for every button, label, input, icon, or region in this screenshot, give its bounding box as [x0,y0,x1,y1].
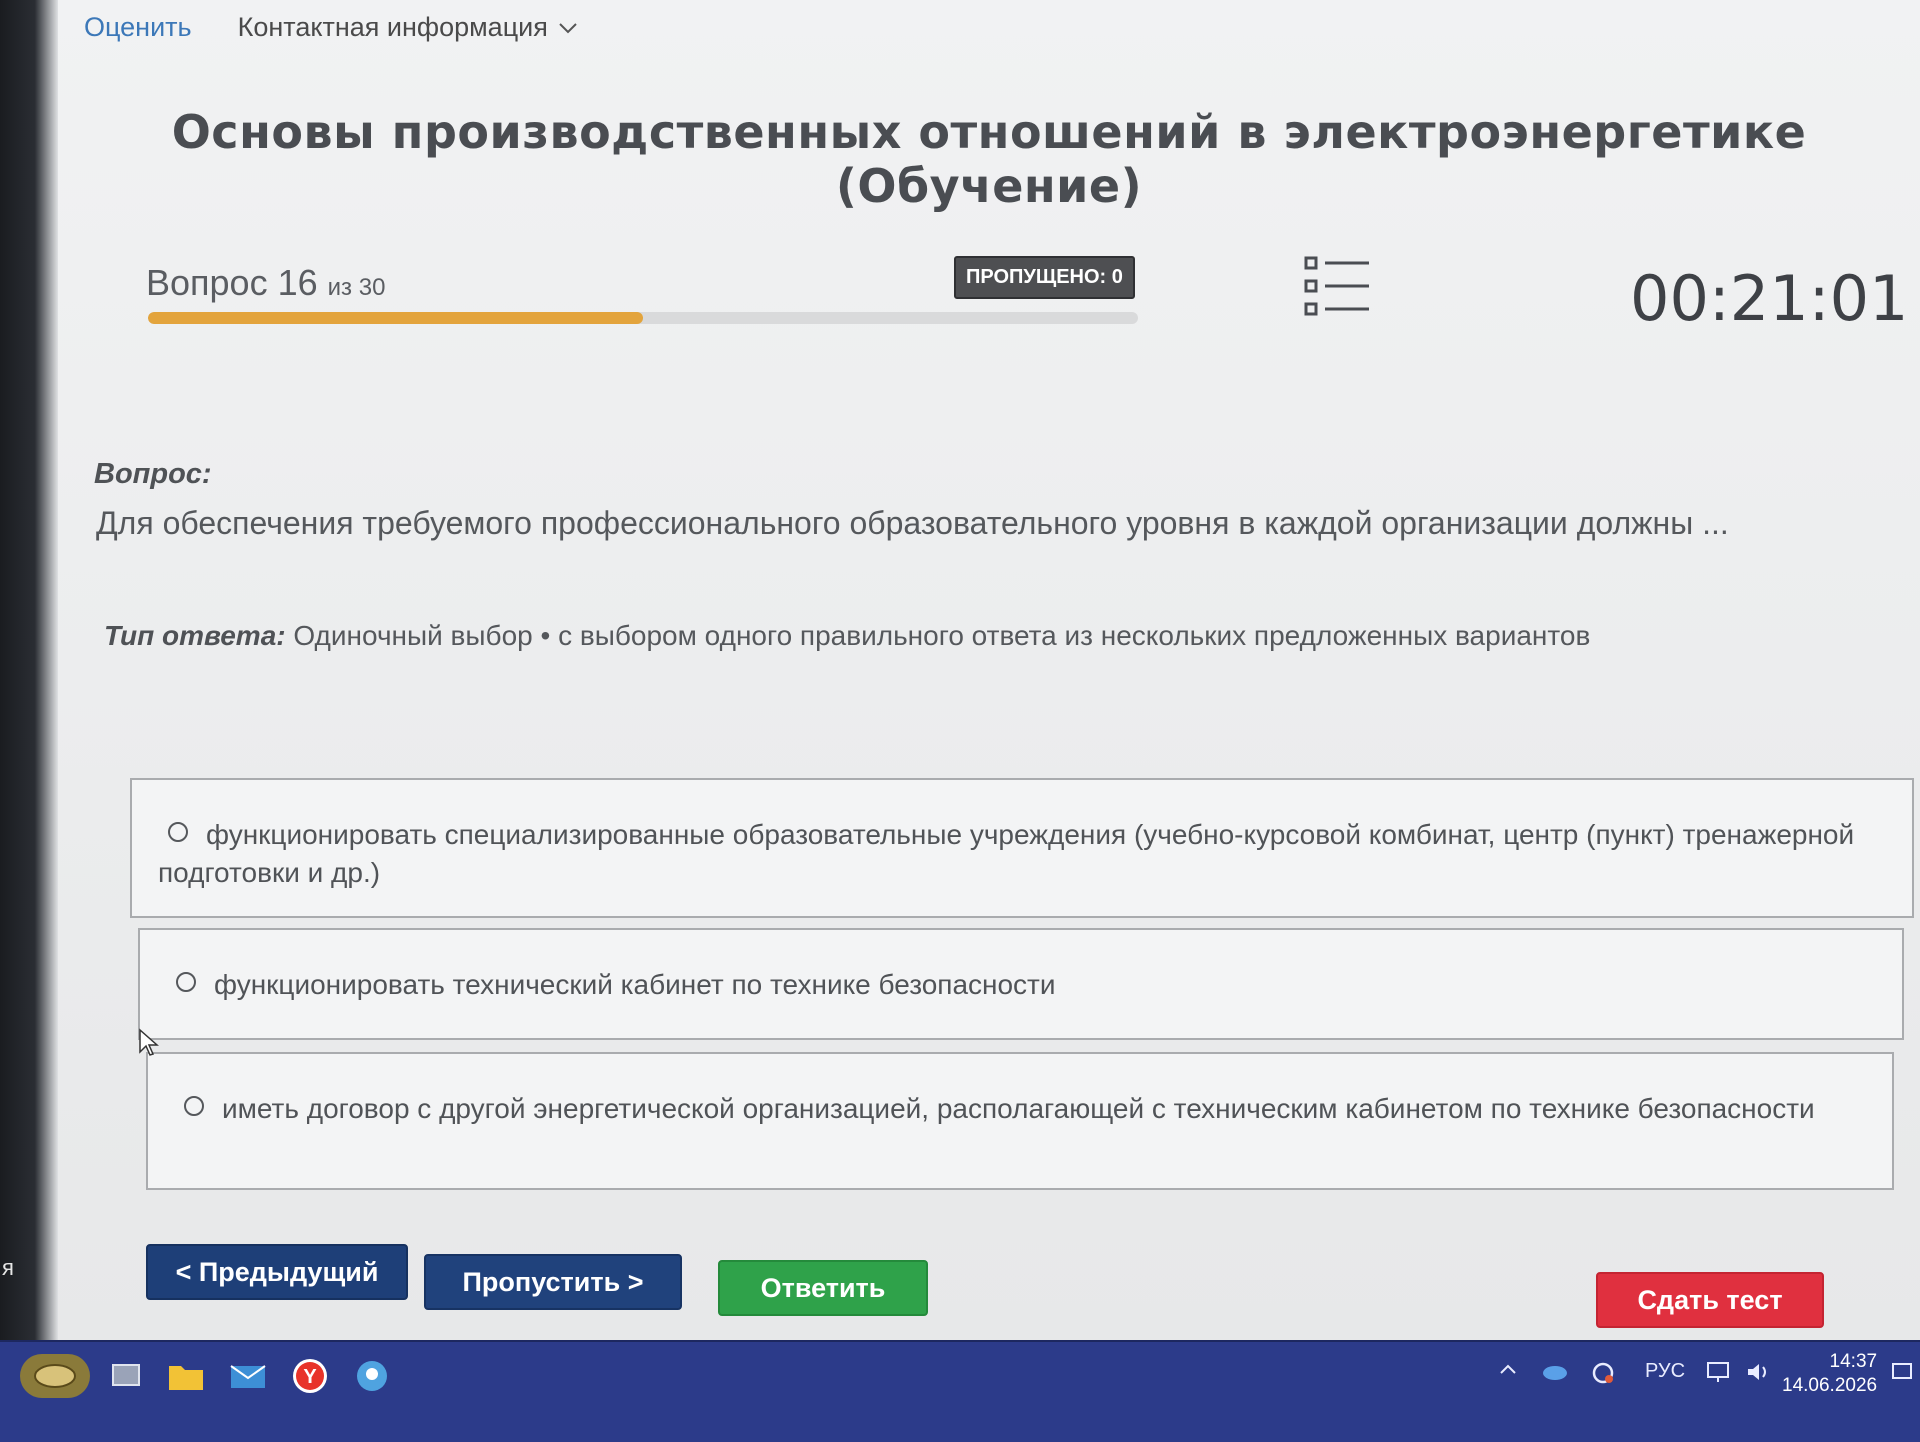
radio-button[interactable] [184,1096,204,1116]
answer-type-value: Одиночный выбор • с выбором одного прави… [293,620,1591,651]
volume-icon[interactable] [1745,1360,1773,1390]
contact-info-label: Контактная информация [237,12,548,42]
countdown-timer: 00:21:01 [1630,262,1909,335]
background-window-edge [0,0,58,1340]
question-counter-total: из 30 [327,274,386,301]
update-icon[interactable] [1590,1360,1616,1392]
answer-option-text: функционировать технический кабинет по т… [214,969,1056,1000]
answer-type: Тип ответа: Одиночный выбор • с выбором … [104,620,1590,652]
previous-button[interactable]: < Предыдущий [146,1244,408,1300]
question-counter-current: Вопрос 16 [146,262,318,303]
top-nav: Оценить Контактная информация [84,12,578,43]
progress-bar [148,312,1138,324]
chevron-down-icon [559,22,577,33]
answer-option-text: иметь договор с другой энергетической ор… [222,1093,1815,1124]
file-explorer-icon[interactable] [164,1354,208,1398]
question-list-icon[interactable] [1303,255,1373,319]
mouse-cursor-icon [139,1028,159,1056]
test-page: Оценить Контактная информация Основы про… [58,0,1920,1340]
skip-button[interactable]: Пропустить > [424,1254,682,1310]
taskbar-date: 14.06.2026 [1782,1375,1878,1396]
answer-option[interactable]: функционировать специализированные образ… [130,778,1914,918]
tray-overflow-icon[interactable] [1498,1360,1518,1386]
task-view-icon[interactable] [104,1354,148,1398]
answer-button[interactable]: Ответить [718,1260,928,1316]
taskbar-clock[interactable]: 14:37 14.06.2026 [1782,1350,1877,1398]
notification-icon[interactable] [1890,1360,1914,1390]
onedrive-icon[interactable] [1540,1360,1570,1388]
answer-option[interactable]: иметь договор с другой энергетической ор… [146,1052,1894,1190]
language-indicator[interactable]: РУС [1645,1360,1685,1383]
progress-bar-fill [148,312,643,324]
taskbar-time: 14:37 [1829,1351,1878,1372]
skipped-badge: ПРОПУЩЕНО: 0 [954,256,1135,299]
radio-button[interactable] [168,822,188,842]
question-label: Вопрос: [94,458,212,490]
answer-type-label: Тип ответа: [104,620,286,651]
network-icon[interactable] [1705,1360,1733,1390]
remote-app-icon[interactable] [350,1354,394,1398]
yandex-browser-icon[interactable]: Y [288,1354,332,1398]
radio-button[interactable] [176,972,196,992]
rate-link[interactable]: Оценить [84,12,192,43]
contact-info-dropdown[interactable]: Контактная информация [238,12,578,43]
background-window-text: я [2,1255,14,1280]
svg-text:Y: Y [303,1366,317,1388]
taskbar: Y РУС 14:37 14.06.2026 [0,1340,1920,1442]
question-counter: Вопрос 16 из 30 [146,262,385,304]
answer-option-text: функционировать специализированные образ… [158,819,1855,888]
submit-test-button[interactable]: Сдать тест [1596,1272,1824,1328]
question-text: Для обеспечения требуемого профессиональ… [96,505,1729,541]
page-title: Основы производственных отношений в элек… [171,105,1807,213]
answer-option[interactable]: функционировать технический кабинет по т… [138,928,1904,1040]
mail-app-icon[interactable] [226,1354,270,1398]
start-button-icon[interactable] [20,1354,90,1398]
